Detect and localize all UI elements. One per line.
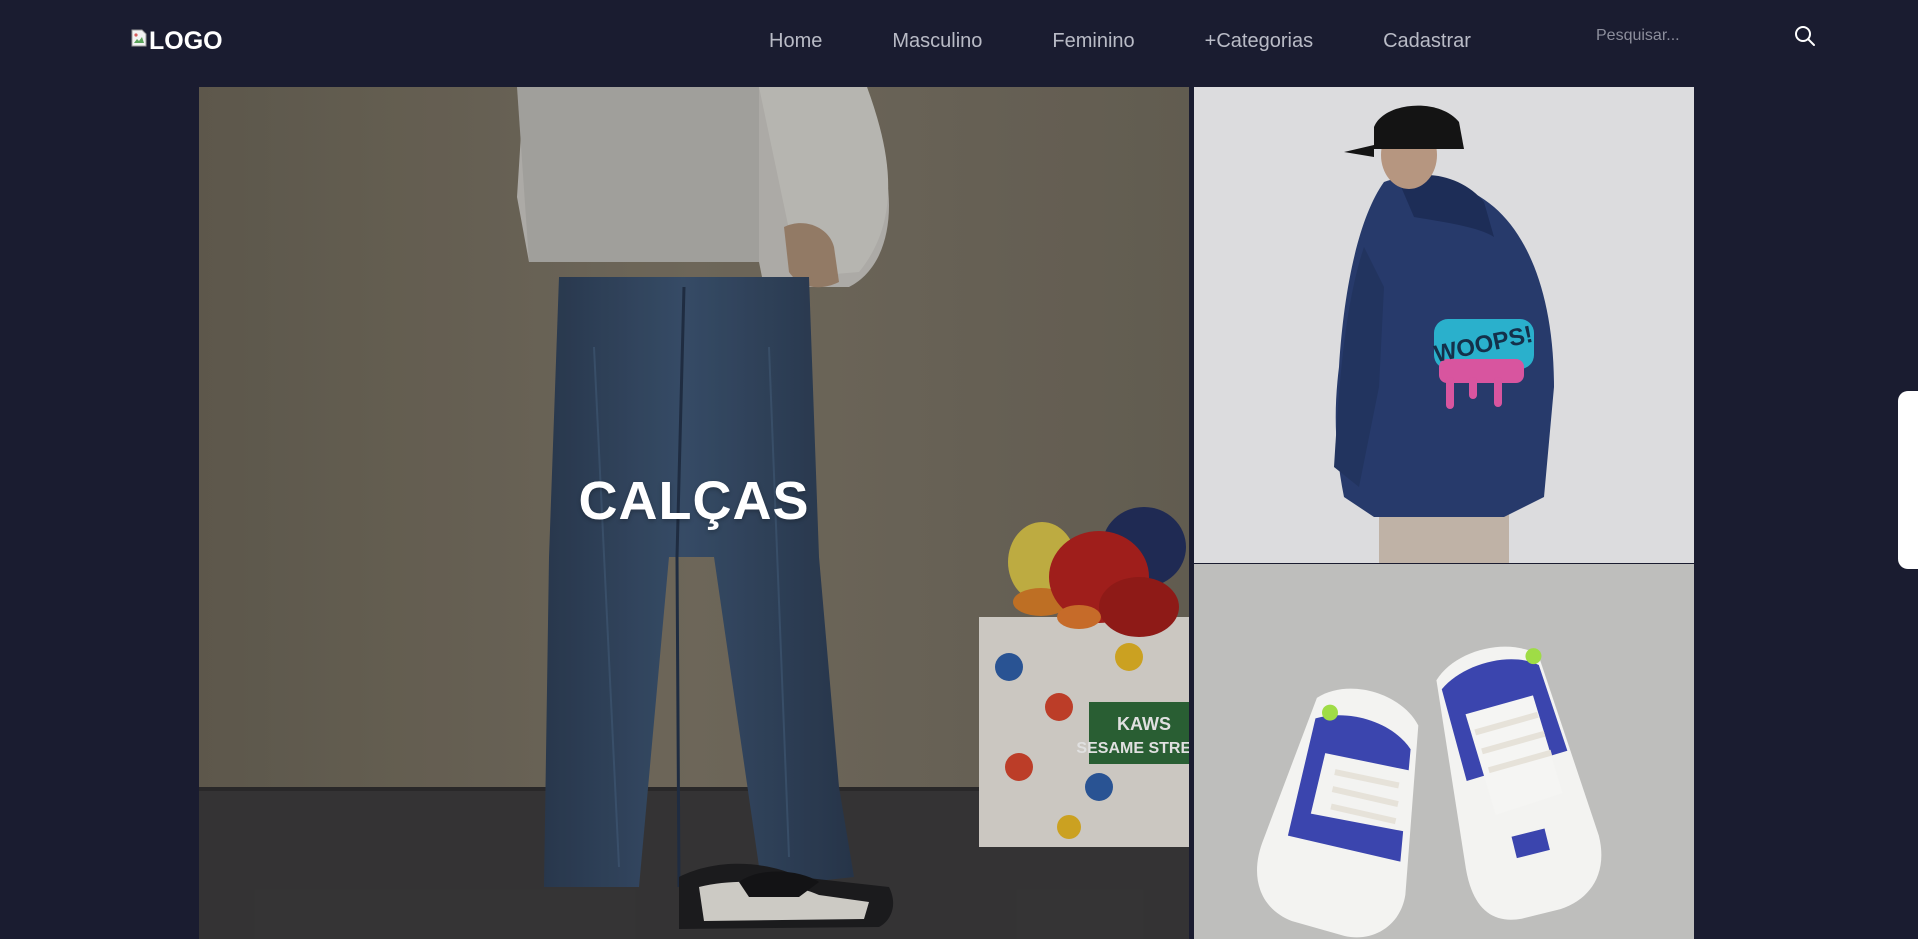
nav-link-categorias[interactable]: +Categorias <box>1205 30 1313 53</box>
navbar: LOGO Home Masculino Feminino +Categorias… <box>0 0 1918 87</box>
tile-label-calcas: CALÇAS <box>578 471 810 531</box>
nav-link-cadastrar[interactable]: Cadastrar <box>1383 30 1471 53</box>
nav-link-feminino[interactable]: Feminino <box>1052 30 1134 53</box>
hero-grid: KAWS SESAME STREET CALÇAS <box>199 87 1694 939</box>
search-input[interactable] <box>1582 27 1782 45</box>
main-nav: Home Masculino Feminino +Categorias Cada… <box>769 30 1471 53</box>
search-icon <box>1795 26 1815 46</box>
category-tile-calcas[interactable]: KAWS SESAME STREET CALÇAS <box>199 87 1189 939</box>
category-tile-tenis[interactable] <box>1194 564 1694 939</box>
hoodie-photo: WOOPS! <box>1194 87 1694 563</box>
nav-link-masculino[interactable]: Masculino <box>892 30 982 53</box>
scrollbar-thumb[interactable] <box>1898 391 1918 569</box>
broken-image-icon <box>131 29 147 46</box>
nav-link-home[interactable]: Home <box>769 30 822 53</box>
sneakers-photo <box>1194 564 1694 939</box>
search-button[interactable] <box>1792 24 1818 50</box>
category-tile-moletons[interactable]: WOOPS! <box>1194 87 1694 563</box>
search-box <box>1582 18 1822 54</box>
logo[interactable]: LOGO <box>131 27 223 56</box>
logo-text: LOGO <box>149 27 223 55</box>
